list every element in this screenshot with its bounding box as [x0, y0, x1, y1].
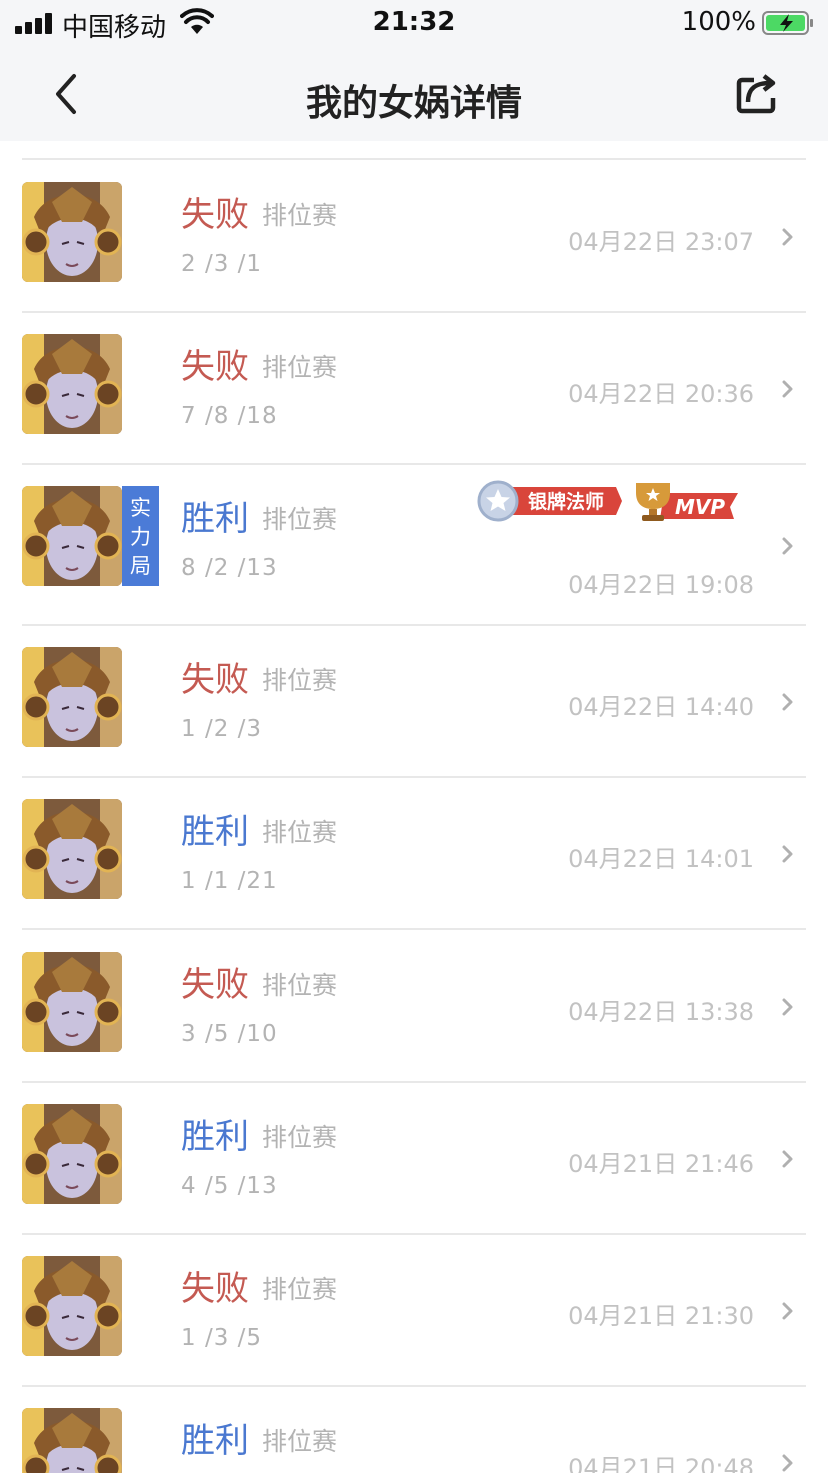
match-mode: 排位赛 — [262, 353, 338, 382]
badge-char: 力 — [130, 525, 151, 549]
honor-label: 银牌法师 — [528, 490, 604, 513]
battery-percent: 100% — [681, 7, 756, 37]
hero-avatar — [22, 799, 122, 899]
match-row[interactable]: 胜利 排位赛 1 /1 /21 04月22日 14:01 — [0, 776, 828, 928]
top-bar: 中国移动 21:32 100% 我的女娲详情 — [0, 0, 828, 141]
match-result: 失败 — [181, 347, 249, 387]
match-row[interactable]: 失败 排位赛 2 /3 /1 04月22日 23:07 — [0, 159, 828, 311]
match-result: 胜利 — [181, 1421, 249, 1461]
mvp-trophy-icon: MVP — [636, 483, 738, 521]
match-date: 04月22日 19:08 — [568, 571, 754, 599]
nav-bar: 我的女娲详情 — [0, 46, 828, 141]
match-mode: 排位赛 — [262, 201, 338, 230]
match-result: 胜利 — [181, 1117, 249, 1157]
match-kda: 1 /2 /3 — [181, 716, 263, 742]
match-result: 失败 — [181, 1269, 249, 1309]
match-kda: 7 /8 /18 — [181, 403, 278, 429]
match-row[interactable]: 胜利 排位赛 04月21日 20:48 — [0, 1385, 828, 1473]
match-kda: 2 /3 /1 — [181, 251, 263, 277]
chevron-right-icon — [782, 1302, 793, 1320]
hero-avatar — [22, 1104, 122, 1204]
match-row[interactable]: 胜利 排位赛 4 /5 /13 04月21日 21:46 — [0, 1081, 828, 1233]
row-divider — [22, 158, 806, 160]
match-mode: 排位赛 — [262, 971, 338, 1000]
match-mode: 排位赛 — [262, 505, 338, 534]
hero-avatar — [22, 952, 122, 1052]
silver-mage-honor-icon: 银牌法师 — [477, 480, 622, 522]
match-mode: 排位赛 — [262, 818, 338, 847]
hero-avatar — [22, 486, 122, 586]
match-date: 04月21日 21:30 — [568, 1302, 754, 1330]
hero-avatar — [22, 182, 122, 282]
hero-avatar — [22, 647, 122, 747]
match-date: 04月22日 14:01 — [568, 845, 754, 873]
match-row[interactable]: 实力局胜利 排位赛 8 /2 /13 04月22日 19:08 银牌法师 MVP — [0, 463, 828, 624]
hero-avatar — [22, 334, 122, 434]
chevron-right-icon — [782, 998, 793, 1016]
match-kda: 1 /1 /21 — [181, 868, 278, 894]
share-icon[interactable] — [734, 68, 784, 118]
match-result: 失败 — [181, 195, 249, 235]
match-date: 04月22日 13:38 — [568, 998, 754, 1026]
match-mode: 排位赛 — [262, 1123, 338, 1152]
chevron-right-icon — [782, 1150, 793, 1168]
chevron-right-icon — [782, 228, 793, 246]
chevron-right-icon — [782, 845, 793, 863]
match-date: 04月22日 23:07 — [568, 228, 754, 256]
chevron-right-icon — [782, 380, 793, 398]
hero-avatar — [22, 1256, 122, 1356]
match-date: 04月21日 21:46 — [568, 1150, 754, 1178]
match-row[interactable]: 失败 排位赛 7 /8 /18 04月22日 20:36 — [0, 311, 828, 463]
match-result: 胜利 — [181, 812, 249, 852]
mvp-label: MVP — [675, 495, 725, 519]
match-result: 失败 — [181, 965, 249, 1005]
match-kda: 4 /5 /13 — [181, 1173, 278, 1199]
match-mode: 排位赛 — [262, 1275, 338, 1304]
match-row[interactable]: 失败 排位赛 1 /2 /3 04月22日 14:40 — [0, 624, 828, 776]
match-date: 04月22日 20:36 — [568, 380, 754, 408]
strength-match-badge: 实力局 — [122, 486, 159, 586]
match-mode: 排位赛 — [262, 666, 338, 695]
match-date: 04月21日 20:48 — [568, 1454, 754, 1473]
chevron-right-icon — [782, 537, 793, 555]
match-result: 胜利 — [181, 499, 249, 539]
status-bar: 中国移动 21:32 100% — [0, 0, 828, 46]
chevron-right-icon — [782, 693, 793, 711]
badge-char: 实 — [130, 496, 151, 520]
match-row[interactable]: 失败 排位赛 1 /3 /5 04月21日 21:30 — [0, 1233, 828, 1385]
match-result: 失败 — [181, 660, 249, 700]
hero-avatar — [22, 1408, 122, 1473]
page-title: 我的女娲详情 — [305, 83, 522, 124]
match-kda: 3 /5 /10 — [181, 1021, 278, 1047]
match-row[interactable]: 失败 排位赛 3 /5 /10 04月22日 13:38 — [0, 929, 828, 1081]
match-kda: 1 /3 /5 — [181, 1325, 263, 1351]
badge-char: 局 — [130, 554, 151, 578]
battery-charging-icon — [762, 11, 813, 35]
match-kda: 8 /2 /13 — [181, 555, 278, 581]
match-date: 04月22日 14:40 — [568, 693, 754, 721]
chevron-right-icon — [782, 1454, 793, 1472]
match-mode: 排位赛 — [262, 1427, 338, 1456]
